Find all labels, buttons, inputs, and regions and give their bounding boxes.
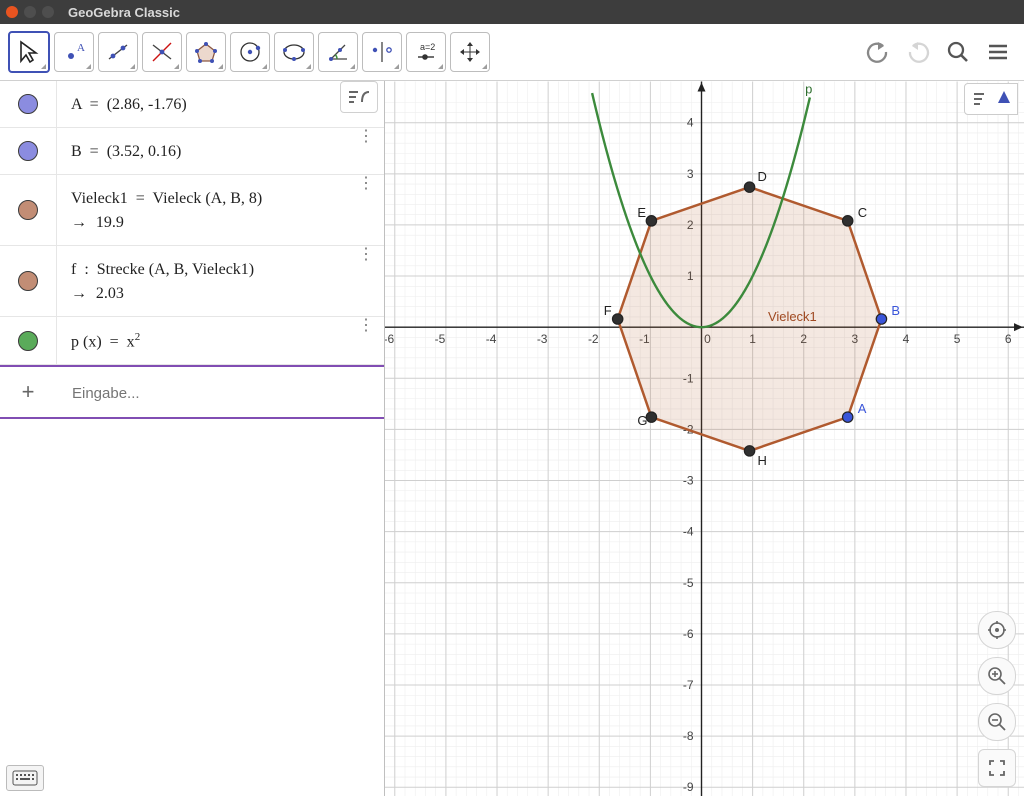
svg-text:C: C <box>858 205 867 220</box>
add-object-button[interactable]: + <box>0 367 56 417</box>
toolbar: A a=2 <box>0 24 1024 81</box>
svg-text:-2: -2 <box>588 332 599 346</box>
tool-slider[interactable]: a=2 <box>406 32 446 72</box>
algebra-row-Vieleck1[interactable]: Vieleck1 = Vieleck (A, B, 8)→ 19.9⋮ <box>0 175 384 246</box>
svg-text:6: 6 <box>1005 332 1012 346</box>
graphics-style-button[interactable] <box>964 83 1018 115</box>
svg-text:Vieleck1: Vieleck1 <box>768 309 817 324</box>
point-G <box>646 412 656 422</box>
algebra-definition[interactable]: Vieleck1 = Vieleck (A, B, 8)→ 19.9 <box>57 175 384 245</box>
row-menu-button[interactable]: ⋮ <box>358 134 374 140</box>
row-menu-button[interactable]: ⋮ <box>358 323 374 329</box>
zoom-out-button[interactable] <box>978 703 1016 741</box>
point-D <box>744 182 754 192</box>
row-menu-button[interactable]: ⋮ <box>358 252 374 258</box>
title-bar: GeoGebra Classic <box>0 0 1024 24</box>
point-E <box>646 216 656 226</box>
tool-polygon[interactable] <box>186 32 226 72</box>
algebra-row-f[interactable]: f : Strecke (A, B, Vieleck1)→ 2.03⋮ <box>0 246 384 317</box>
tool-circle-center[interactable] <box>230 32 270 72</box>
point-A <box>843 412 853 422</box>
svg-text:-3: -3 <box>537 332 548 346</box>
svg-text:-5: -5 <box>435 332 446 346</box>
visibility-toggle[interactable] <box>0 81 57 127</box>
algebra-sort-button[interactable] <box>340 81 378 113</box>
svg-text:-3: -3 <box>683 474 694 488</box>
svg-text:B: B <box>891 303 900 318</box>
svg-text:G: G <box>637 413 647 428</box>
menu-button[interactable] <box>980 34 1016 70</box>
algebra-view: A = (2.86, -1.76)B = (3.52, 0.16)⋮Vielec… <box>0 81 385 796</box>
svg-text:p: p <box>805 82 812 97</box>
algebra-row-B[interactable]: B = (3.52, 0.16)⋮ <box>0 128 384 175</box>
point-H <box>744 446 754 456</box>
algebra-definition[interactable]: B = (3.52, 0.16) <box>57 128 384 174</box>
svg-text:3: 3 <box>687 167 694 181</box>
svg-text:-7: -7 <box>683 678 694 692</box>
svg-text:E: E <box>637 205 646 220</box>
row-menu-button[interactable]: ⋮ <box>358 181 374 187</box>
svg-text:-6: -6 <box>683 627 694 641</box>
algebra-input[interactable] <box>70 384 370 403</box>
algebra-definition[interactable]: p (x) = x2 <box>57 317 384 364</box>
home-zoom-button[interactable] <box>978 611 1016 649</box>
tool-angle[interactable] <box>318 32 358 72</box>
tool-conic[interactable] <box>274 32 314 72</box>
svg-text:H: H <box>758 453 767 468</box>
window-minimize-icon[interactable] <box>24 6 36 18</box>
tool-move[interactable] <box>8 31 50 73</box>
color-circle-icon <box>18 200 38 220</box>
window-maximize-icon[interactable] <box>42 6 54 18</box>
svg-text:a=2: a=2 <box>420 42 435 52</box>
polygon-vieleck1 <box>618 187 882 451</box>
window-title: GeoGebra Classic <box>68 5 180 20</box>
point-B <box>876 314 886 324</box>
algebra-input-row[interactable]: + <box>0 365 384 419</box>
tool-move-view[interactable] <box>450 32 490 72</box>
svg-text:A: A <box>77 42 85 54</box>
svg-text:5: 5 <box>954 332 961 346</box>
svg-text:D: D <box>758 169 767 184</box>
graphics-canvas[interactable]: -6-5-4-3-2-101234564321-1-2-3-4-5-6-7-8-… <box>385 81 1024 796</box>
window-close-icon[interactable] <box>6 6 18 18</box>
virtual-keyboard-button[interactable] <box>6 765 44 791</box>
tool-point[interactable]: A <box>54 32 94 72</box>
algebra-row-p[interactable]: p (x) = x2⋮ <box>0 317 384 365</box>
tool-reflect[interactable] <box>362 32 402 72</box>
algebra-definition[interactable]: f : Strecke (A, B, Vieleck1)→ 2.03 <box>57 246 384 316</box>
svg-text:-9: -9 <box>683 780 694 794</box>
undo-button[interactable] <box>860 34 896 70</box>
color-circle-icon <box>18 94 38 114</box>
svg-text:4: 4 <box>903 332 910 346</box>
svg-text:-6: -6 <box>385 332 394 346</box>
graphics-view[interactable]: -6-5-4-3-2-101234564321-1-2-3-4-5-6-7-8-… <box>385 81 1024 796</box>
fullscreen-button[interactable] <box>978 749 1016 787</box>
svg-text:F: F <box>604 303 612 318</box>
color-circle-icon <box>18 271 38 291</box>
zoom-in-button[interactable] <box>978 657 1016 695</box>
visibility-toggle[interactable] <box>0 246 57 316</box>
svg-text:A: A <box>858 401 867 416</box>
svg-text:-5: -5 <box>683 576 694 590</box>
color-circle-icon <box>18 141 38 161</box>
algebra-definition[interactable]: A = (2.86, -1.76) <box>57 81 384 127</box>
svg-text:-4: -4 <box>683 525 694 539</box>
visibility-toggle[interactable] <box>0 317 57 364</box>
point-F <box>612 314 622 324</box>
svg-text:-4: -4 <box>486 332 497 346</box>
point-C <box>843 216 853 226</box>
tool-perpendicular[interactable] <box>142 32 182 72</box>
color-circle-icon <box>18 331 38 351</box>
search-button[interactable] <box>940 34 976 70</box>
algebra-row-A[interactable]: A = (2.86, -1.76) <box>0 81 384 128</box>
svg-text:-8: -8 <box>683 729 694 743</box>
visibility-toggle[interactable] <box>0 175 57 245</box>
visibility-toggle[interactable] <box>0 128 57 174</box>
svg-text:4: 4 <box>687 116 694 130</box>
tool-line[interactable] <box>98 32 138 72</box>
redo-button[interactable] <box>900 34 936 70</box>
